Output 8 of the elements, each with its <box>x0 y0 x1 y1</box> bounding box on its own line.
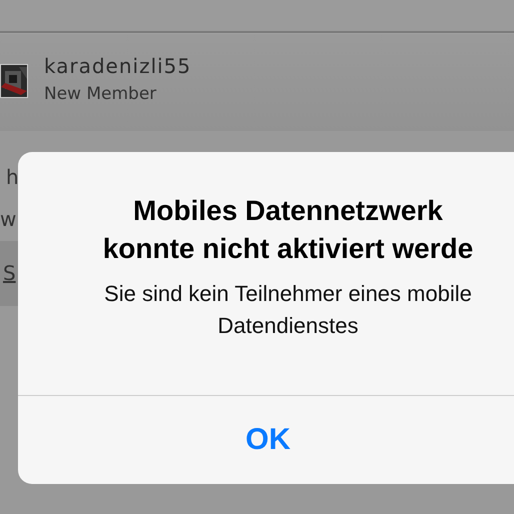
link[interactable]: S <box>3 261 16 285</box>
ok-button[interactable]: OK <box>226 413 310 467</box>
username: karadenizli55 <box>44 54 192 78</box>
text-fragment: h <box>6 165 19 189</box>
alert-title: Mobiles Datennetzwerk konnte nicht aktiviert werde <box>102 194 474 266</box>
text-fragment: w <box>0 207 16 231</box>
member-rank: New Member <box>44 84 158 104</box>
alert-message: Sie sind kein Teilnehmer eines mobile Datendienstes <box>103 280 473 340</box>
